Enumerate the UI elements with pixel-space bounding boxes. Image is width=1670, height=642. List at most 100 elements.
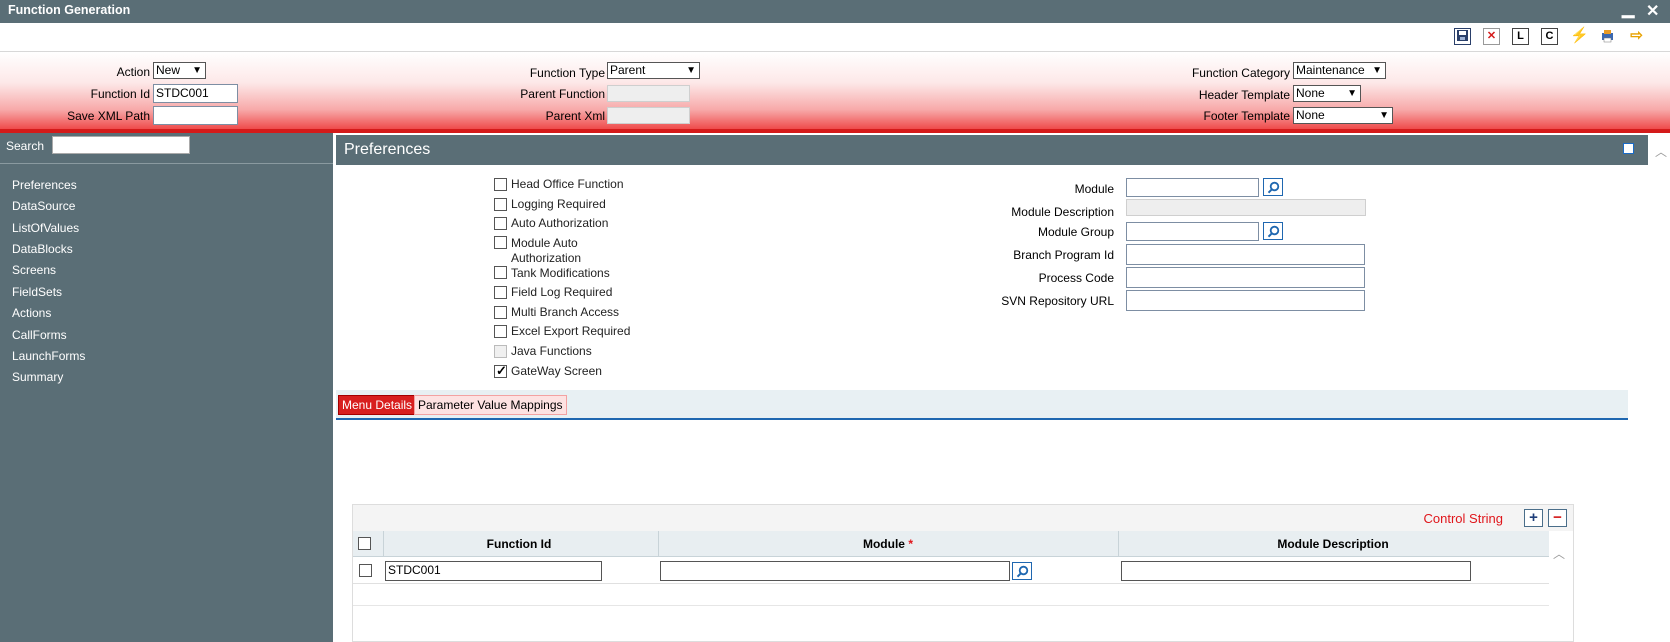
required-mark: *	[908, 537, 913, 551]
function-header-form	[0, 51, 1670, 129]
head-office-function-label: Head Office Function	[511, 177, 624, 191]
select-all-checkbox[interactable]	[358, 537, 371, 550]
minimize-button[interactable]: ▁	[1622, 0, 1634, 19]
save-xml-path-input[interactable]	[153, 106, 238, 125]
gateway-screen-checkbox[interactable]	[494, 363, 507, 379]
save-icon[interactable]	[1454, 28, 1471, 45]
row-module-lookup-button[interactable]	[1012, 562, 1032, 580]
module-description-label: Module Description	[1011, 205, 1114, 219]
module-auto-authorization-checkbox[interactable]	[494, 236, 507, 249]
tab-parameter-value-mappings[interactable]: Parameter Value Mappings	[414, 395, 567, 415]
scroll-up-icon[interactable]: ︿	[1655, 143, 1667, 160]
sidebar-item-datablocks[interactable]: DataBlocks	[12, 242, 73, 256]
parent-xml-label: Parent Xml	[545, 109, 605, 123]
edit-icon[interactable]	[1623, 143, 1634, 154]
logging-required-checkbox[interactable]	[494, 198, 507, 211]
header-template-select[interactable]: None ▼	[1293, 85, 1361, 102]
row-module-input[interactable]	[660, 561, 1010, 581]
process-code-input[interactable]	[1126, 267, 1365, 288]
branch-program-id-input[interactable]	[1126, 244, 1365, 265]
header-template-label: Header Template	[1198, 88, 1290, 102]
module-lookup-button[interactable]	[1263, 178, 1283, 196]
multi-branch-access-checkbox[interactable]	[494, 306, 507, 319]
row-function-id-input[interactable]: STDC001	[385, 561, 602, 581]
delete-icon[interactable]: ✕	[1483, 28, 1500, 45]
sidebar-item-fieldsets[interactable]: FieldSets	[12, 285, 62, 299]
page-title: Preferences	[344, 141, 431, 158]
sidebar-item-actions[interactable]: Actions	[12, 306, 51, 320]
chevron-down-icon: ▼	[1379, 110, 1389, 121]
branch-program-id-label: Branch Program Id	[1013, 248, 1114, 262]
remove-row-button[interactable]: −	[1548, 509, 1567, 527]
sidebar-item-datasource[interactable]: DataSource	[12, 199, 75, 213]
action-select-value: New	[156, 63, 181, 77]
row-select-checkbox[interactable]	[359, 564, 372, 577]
multi-branch-access-label: Multi Branch Access	[511, 305, 620, 319]
search-icon	[1267, 225, 1280, 238]
sidebar-item-screens[interactable]: Screens	[12, 263, 56, 277]
auto-authorization-label: Auto Authorization	[511, 216, 609, 230]
parent-xml-input[interactable]	[607, 107, 690, 124]
sidebar-item-summary[interactable]: Summary	[12, 370, 63, 384]
footer-template-select[interactable]: None ▼	[1293, 107, 1393, 124]
svn-repository-url-input[interactable]	[1126, 290, 1365, 311]
close-window-button[interactable]: ✕	[1646, 1, 1659, 21]
footer-template-label: Footer Template	[1203, 109, 1291, 123]
print-icon[interactable]	[1599, 28, 1616, 45]
function-category-select[interactable]: Maintenance ▼	[1293, 62, 1386, 79]
head-office-function-checkbox[interactable]	[494, 178, 507, 191]
load-icon-label: L	[1517, 30, 1524, 42]
function-id-label: Function Id	[90, 87, 150, 101]
field-log-required-label: Field Log Required	[511, 285, 613, 299]
function-category-select-value: Maintenance	[1296, 63, 1365, 77]
excel-export-required-label: Excel Export Required	[511, 324, 631, 338]
tab-menu-details[interactable]: Menu Details	[338, 395, 417, 415]
logging-required-label: Logging Required	[511, 197, 606, 211]
sidebar-item-launchforms[interactable]: LaunchForms	[12, 349, 85, 363]
chevron-down-icon: ▼	[192, 65, 202, 76]
module-group-input[interactable]	[1126, 222, 1259, 241]
sidebar-item-preferences[interactable]: Preferences	[12, 178, 77, 192]
field-log-required-checkbox[interactable]	[494, 286, 507, 299]
sidebar-item-callforms[interactable]: CallForms	[12, 328, 67, 342]
c-icon[interactable]: C	[1541, 28, 1558, 45]
add-row-button[interactable]: +	[1524, 509, 1543, 527]
row-divider	[353, 605, 1549, 606]
column-divider	[383, 531, 384, 557]
module-description-input[interactable]	[1126, 199, 1366, 216]
column-divider	[1118, 531, 1119, 557]
grid-scrollbar[interactable]: ︿	[1553, 545, 1567, 635]
search-label: Search	[6, 139, 45, 153]
action-label: Action	[116, 65, 150, 79]
column-header-module: Module *	[658, 537, 1118, 551]
window-titlebar: Function Generation ▁ ✕	[0, 0, 1670, 23]
action-select[interactable]: New ▼	[153, 62, 206, 79]
parent-function-input[interactable]	[607, 85, 690, 102]
module-input[interactable]	[1126, 178, 1259, 197]
preferences-header: Preferences	[336, 135, 1648, 165]
svn-repository-url-label: SVN Repository URL	[1001, 294, 1114, 308]
save-xml-path-label: Save XML Path	[67, 109, 150, 123]
tank-modifications-checkbox[interactable]	[494, 266, 507, 279]
load-icon[interactable]: L	[1512, 28, 1529, 45]
row-module-description-input[interactable]	[1121, 561, 1471, 581]
control-string-grid: Control String + − Function Id Module * …	[352, 504, 1574, 642]
function-id-input[interactable]: STDC001	[153, 84, 238, 103]
c-icon-label: C	[1545, 30, 1554, 42]
function-type-select[interactable]: Parent ▼	[607, 62, 700, 79]
exit-arrow-icon[interactable]: ⇨	[1628, 28, 1645, 45]
search-input[interactable]	[52, 136, 190, 154]
chevron-down-icon: ▼	[1372, 65, 1382, 76]
auto-authorization-checkbox[interactable]	[494, 217, 507, 230]
module-group-lookup-button[interactable]	[1263, 222, 1283, 240]
column-header-module-text: Module	[862, 537, 905, 551]
function-type-select-value: Parent	[610, 63, 646, 77]
generate-icon[interactable]: ⚡	[1570, 28, 1589, 45]
module-auto-authorization-label-2: Authorization	[511, 251, 582, 265]
module-auto-authorization-label: Module Auto	[511, 236, 578, 250]
function-category-label: Function Category	[1191, 66, 1290, 80]
sidebar-item-listofvalues[interactable]: ListOfValues	[12, 221, 79, 235]
page-scrollbar[interactable]: ︿	[1654, 137, 1667, 637]
excel-export-required-checkbox[interactable]	[494, 325, 507, 338]
java-functions-checkbox[interactable]	[494, 345, 507, 358]
